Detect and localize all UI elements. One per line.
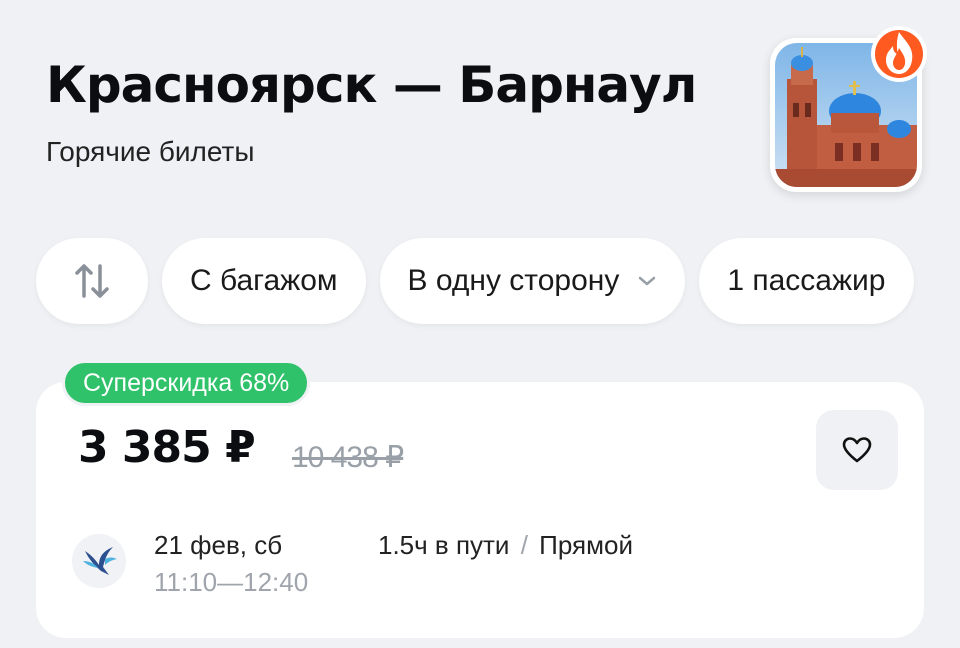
old-price: 10 438 ₽ xyxy=(292,441,404,474)
favorite-button[interactable] xyxy=(816,410,898,490)
bird-icon xyxy=(83,547,117,575)
flight-duration: 1.5ч в пути xyxy=(378,530,510,560)
swap-direction-button[interactable] xyxy=(36,238,148,324)
arrival-time: 12:40 xyxy=(243,567,309,597)
ticket-price: 3 385 ₽ xyxy=(78,422,256,473)
time-separator: — xyxy=(217,567,244,597)
page-title: Красноярск — Барнаул xyxy=(46,56,697,114)
filter-chips: С багажом В одну сторону 1 пассажир xyxy=(36,238,914,324)
page-subtitle: Горячие билеты xyxy=(46,136,255,167)
airline-logo xyxy=(72,534,126,588)
fire-icon xyxy=(871,26,927,82)
heart-icon xyxy=(842,437,872,463)
swap-arrows-icon xyxy=(75,264,109,298)
trip-type-label: В одну сторону xyxy=(407,264,620,297)
discount-badge: Суперскидка 68% xyxy=(62,360,311,406)
departure-time: 11:10 xyxy=(154,567,218,597)
flight-info: 1.5ч в пути / Прямой xyxy=(378,530,633,561)
passengers-dropdown[interactable]: 1 пассажир xyxy=(699,238,914,324)
trip-type-dropdown[interactable]: В одну сторону xyxy=(379,238,686,324)
chevron-back-icon[interactable] xyxy=(44,0,68,4)
flight-date: 21 фев, сб xyxy=(154,530,283,560)
baggage-filter-chip[interactable]: С багажом xyxy=(162,238,366,324)
chevron-down-icon xyxy=(639,276,656,286)
ticket-offer-card[interactable] xyxy=(36,382,924,638)
info-separator: / xyxy=(520,530,528,560)
flight-times: 11:10—12:40 xyxy=(154,567,308,598)
route-type: Прямой xyxy=(539,530,633,560)
